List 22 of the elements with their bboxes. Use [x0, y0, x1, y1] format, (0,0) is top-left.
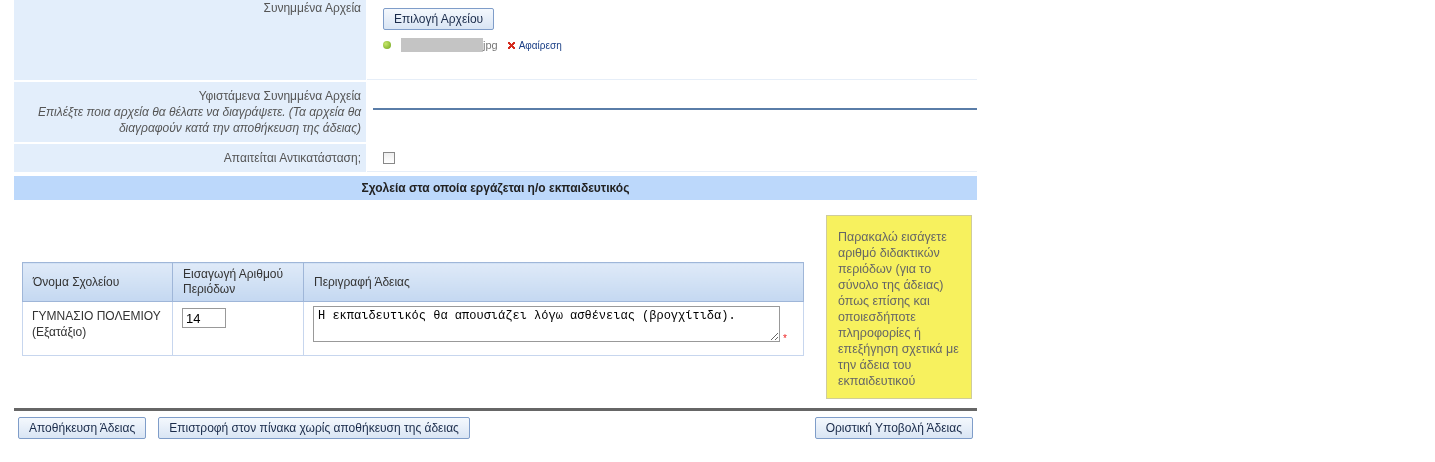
choose-file-button[interactable]: Επιλογή Αρχείου [383, 8, 495, 30]
field-hint: Επιλέξτε ποια αρχεία θα θέλατε να διαγράψετε. (Τα αρχεία θα διαγραφούν κατά την αποθήκευση της άδειας) [38, 105, 361, 135]
field-label: Απαιτείται Αντικατάσταση; [14, 144, 366, 172]
periods-field[interactable]: 14 [182, 308, 226, 328]
remove-link[interactable]: Αφαίρεση [518, 39, 562, 51]
replacement-checkbox[interactable] [383, 152, 395, 164]
field-label: Συνημμένα Αρχεία [14, 0, 366, 80]
column-header: Εισαγωγή Αριθμού Περιόδων [172, 262, 304, 302]
action-button[interactable]: Επιστροφή στον πίνακα χωρίς αποθήκευση της άδειας [158, 417, 470, 439]
description-field[interactable]: Η εκπαιδευτικός θα απουσιάζει λόγω ασθένειας (βρογχίτιδα). [313, 306, 780, 342]
section-header: Σχολεία στα οποία εργάζεται η/ο εκπαιδευτικός [14, 176, 977, 200]
file-name: jpg [483, 39, 498, 51]
remove-icon[interactable] [507, 41, 515, 49]
required-mark: * [783, 332, 787, 344]
help-note: Παρακαλώ εισάγετε αριθμό διδακτικών περιόδων (για το σύνολο της άδειας) όπως επίσης και οποιεσδήποτε πληροφορίες ή επεξήγηση σχετικά με την άδεια του εκπαιδευτικού [826, 215, 972, 399]
status-dot-icon [383, 41, 391, 49]
column-header: Περιγραφή Άδειας [303, 262, 804, 302]
submit-button[interactable]: Οριστική Υποβολή Άδειας [814, 417, 973, 439]
column-header: Όνομα Σχολείου [22, 262, 173, 302]
table-cell: ΓΥΜΝΑΣΙΟ ΠΟΛΕΜΙΟΥ (Εξατάξιο) [22, 301, 173, 356]
field-label: Υφιστάμενα Συνημμένα Αρχεία [198, 89, 361, 103]
action-button[interactable]: Αποθήκευση Άδειας [18, 417, 147, 439]
